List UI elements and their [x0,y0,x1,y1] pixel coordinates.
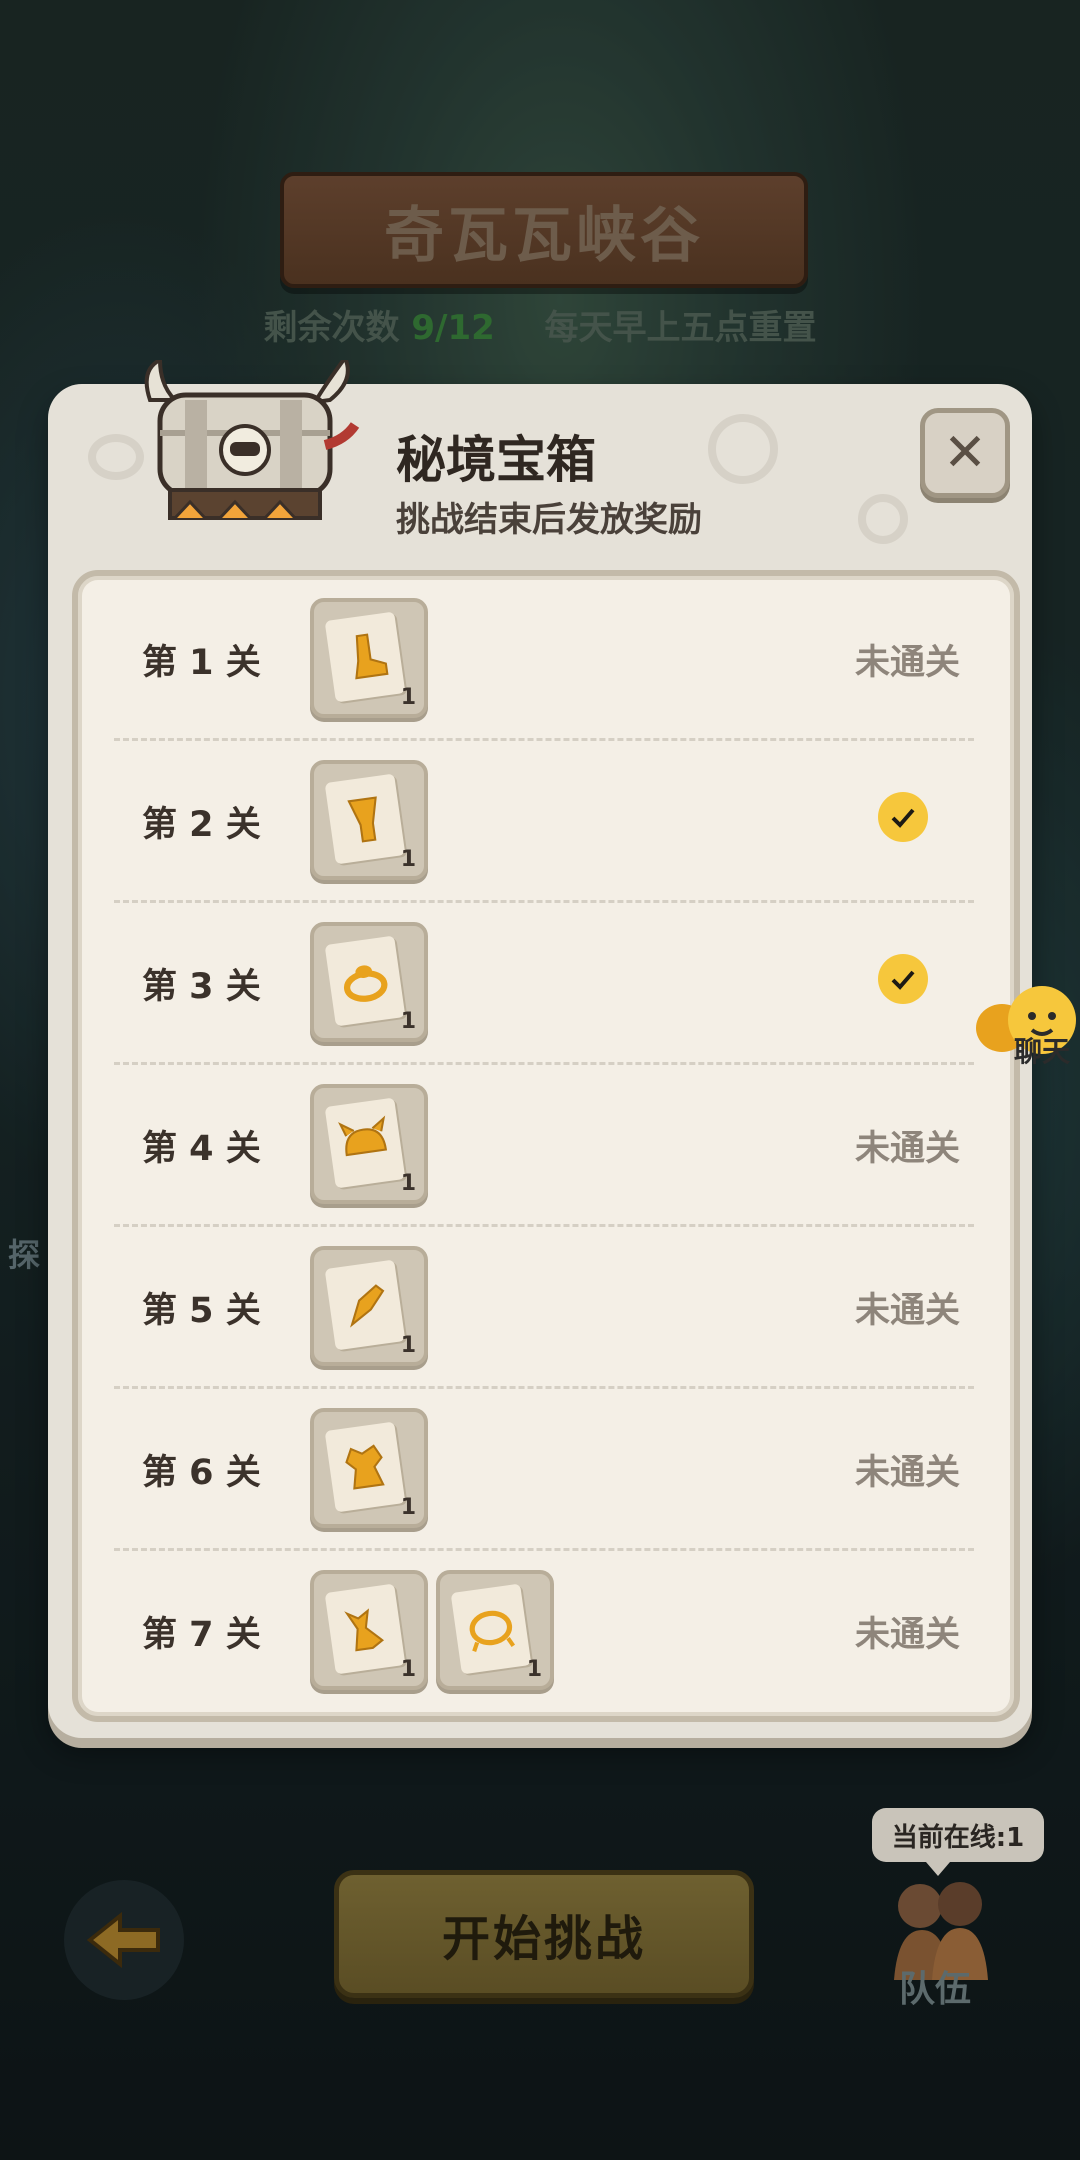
necklace-icon [450,1583,532,1675]
reward-slot[interactable]: 1 [310,1084,428,1204]
team-label: 队伍 [898,1969,971,2010]
stage-status: 未通关 [854,1129,960,1169]
reward-slot[interactable]: 1 [310,760,428,880]
stage-row: 第 6 关 1 未通关 [114,1386,974,1551]
back-arrow-icon [86,1911,160,1969]
reward-slot[interactable]: 1 [310,1408,428,1528]
reward-quantity: 1 [400,1171,416,1196]
online-count-bubble: 当前在线:1 [872,1808,1044,1876]
stage-status: 未通关 [854,1291,960,1331]
stage-label: 第 2 关 [142,805,261,845]
reward-quantity: 1 [400,847,416,872]
reward-quantity: 1 [400,1657,416,1682]
close-icon: ✕ [943,423,987,483]
remaining-label: 剩余次数 [263,308,400,348]
reset-note: 每天早上五点重置 [544,308,817,348]
stage-status: 未通关 [854,643,960,683]
side-hint: 探 [8,1236,41,1274]
location-title: 奇瓦瓦峡谷 [384,200,704,271]
cleared-check-icon [878,792,928,842]
stage-row: 第 1 关 1 未通关 [114,576,974,741]
stage-label: 第 7 关 [142,1615,261,1655]
decor-swirl [708,414,778,484]
stage-label: 第 1 关 [142,643,261,683]
reward-slot[interactable]: 1 [436,1570,554,1690]
remaining-count: 9/12 [411,308,495,348]
stage-label: 第 4 关 [142,1129,261,1169]
start-challenge-label: 开始挑战 [441,1911,646,1967]
reward-slot[interactable]: 1 [310,1246,428,1366]
close-button[interactable]: ✕ [920,408,1010,498]
modal-subtitle: 挑战结束后发放奖励 [396,500,702,540]
stage-label: 第 6 关 [142,1453,261,1493]
reward-quantity: 1 [400,1333,416,1358]
start-challenge-button[interactable]: 开始挑战 [334,1870,754,1998]
reward-quantity: 1 [400,685,416,710]
treasure-chest-icon [144,360,360,520]
weapon-icon [324,1259,406,1351]
boot-icon [324,611,406,703]
stage-list[interactable]: 第 1 关 1 未通关 第 2 关 1 第 3 关 1 第 4 关 1 未通关 … [72,570,1020,1722]
cape-icon [324,1583,406,1675]
stage-status: 未通关 [854,1453,960,1493]
remaining-attempts: 剩余次数 9/12 每天早上五点重置 [0,300,1080,349]
reward-quantity: 1 [400,1495,416,1520]
glove-icon [324,773,406,865]
stage-label: 第 3 关 [142,967,261,1007]
stage-row: 第 5 关 1 未通关 [114,1224,974,1389]
reward-slot[interactable]: 1 [310,922,428,1042]
location-title-plank: 奇瓦瓦峡谷 [280,172,808,288]
reward-slot[interactable]: 1 [310,598,428,718]
stage-label: 第 5 关 [142,1291,261,1331]
cleared-check-icon [878,954,928,1004]
decor-swirl [858,494,908,544]
helmet-icon [324,1097,406,1189]
chat-label: 聊天 [1013,1035,1070,1068]
ring-icon [324,935,406,1027]
back-button[interactable] [64,1880,184,2000]
reward-slot[interactable]: 1 [310,1570,428,1690]
online-count: 当前在线:1 [891,1822,1025,1853]
stage-row: 第 4 关 1 未通关 [114,1062,974,1227]
stage-row: 第 2 关 1 [114,738,974,903]
stage-status: 未通关 [854,1615,960,1655]
armor-icon [324,1421,406,1513]
stage-row: 第 7 关 1 1 未通关 [114,1548,974,1710]
reward-quantity: 1 [526,1657,542,1682]
modal-title: 秘境宝箱 [396,431,596,489]
